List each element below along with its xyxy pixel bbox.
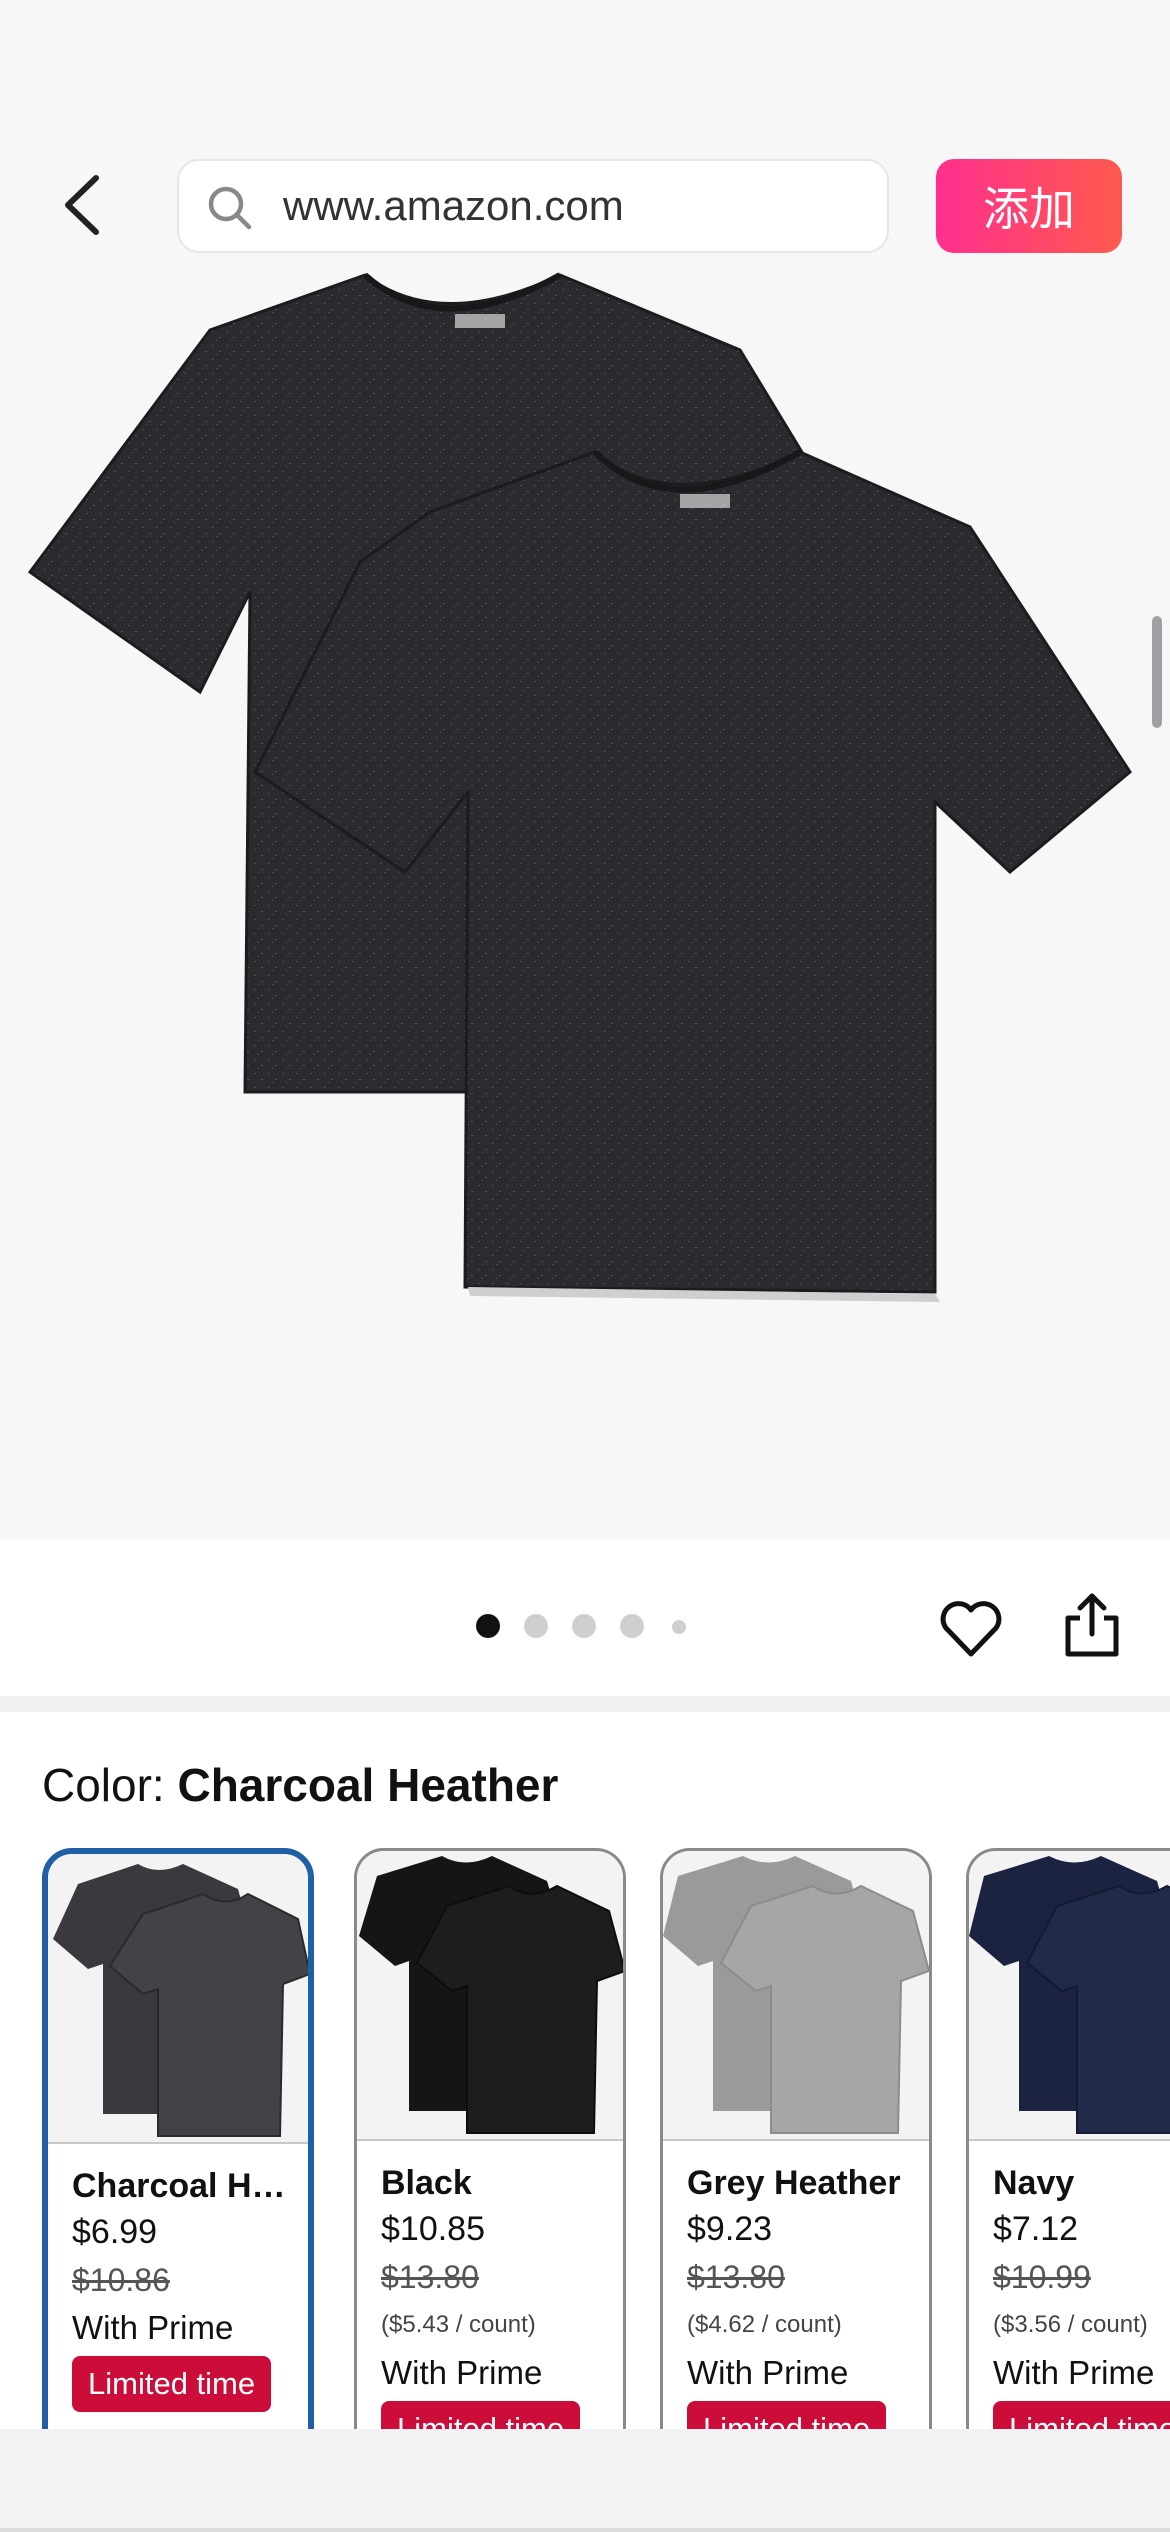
swatch-prime-text: With Prime — [993, 2354, 1155, 2391]
color-swatch-black[interactable]: Black $10.85 $13.80 ($5.43 / count) With… — [354, 1848, 626, 2429]
swatch-prime-text: With Prime — [381, 2354, 543, 2391]
selected-color-name: Charcoal Heather — [177, 1759, 559, 1811]
color-swatch-grey-heather[interactable]: Grey Heather $9.23 $13.80 ($4.62 / count… — [660, 1848, 932, 2429]
swatch-info: Grey Heather $9.23 $13.80 ($4.62 / count… — [687, 2161, 917, 2429]
swatch-thumbnail — [48, 1854, 308, 2144]
swatch-name: Black — [381, 2164, 472, 2202]
swatch-info: Navy $7.12 $10.99 ($3.56 / count) With P… — [993, 2161, 1170, 2429]
swatch-unit-price: ($4.62 / count) — [687, 2311, 842, 2338]
limited-time-badge: Limited time — [72, 2356, 272, 2412]
limited-time-badge: Limited time — [687, 2401, 887, 2429]
share-icon — [1065, 1593, 1119, 1657]
limited-time-badge: Limited time — [993, 2401, 1170, 2429]
swatch-unit-price: ($3.56 / count) — [993, 2311, 1148, 2338]
url-bar[interactable]: www.amazon.com — [177, 159, 889, 253]
swatch-prime-text: With Prime — [687, 2354, 849, 2391]
swatch-prime-text: With Prime — [72, 2309, 234, 2346]
gallery-dot-3[interactable] — [572, 1614, 596, 1638]
swatch-price: $9.23 — [687, 2210, 773, 2248]
gallery-dot-5[interactable] — [672, 1620, 686, 1634]
swatch-name: Charcoal He... — [72, 2167, 296, 2205]
heart-icon — [940, 1601, 1002, 1657]
swatch-thumbnail — [969, 1851, 1170, 2141]
gallery-dot-1[interactable] — [476, 1614, 500, 1638]
browser-top-bar: www.amazon.com 添加 — [0, 0, 1170, 272]
color-swatch-navy[interactable]: Navy $7.12 $10.99 ($3.56 / count) With P… — [966, 1848, 1170, 2429]
swatch-price: $6.99 — [72, 2213, 158, 2251]
swatch-price: $10.85 — [381, 2210, 485, 2248]
swatch-name: Grey Heather — [687, 2164, 901, 2202]
tshirt-pair-image — [27, 272, 1132, 1302]
swatch-price: $7.12 — [993, 2210, 1079, 2248]
swatch-old-price: $13.80 — [381, 2259, 479, 2295]
gallery-dot-2[interactable] — [524, 1614, 548, 1638]
section-divider — [0, 1696, 1170, 1712]
favorite-button[interactable] — [938, 1596, 1004, 1662]
bottom-edge-line — [0, 2528, 1170, 2532]
color-selector: Color: Charcoal Heather Charcoal He... $… — [0, 1712, 1170, 2429]
limited-time-badge: Limited time — [381, 2401, 581, 2429]
gallery-controls — [0, 1540, 1170, 1696]
swatch-old-price: $10.99 — [993, 2259, 1091, 2295]
color-label: Color: Charcoal Heather — [42, 1758, 558, 1812]
scroll-indicator[interactable] — [1152, 616, 1162, 728]
add-button[interactable]: 添加 — [936, 159, 1122, 253]
swatch-name: Navy — [993, 2164, 1075, 2202]
back-button[interactable] — [56, 170, 108, 240]
swatch-shirt-image — [359, 1856, 623, 2134]
url-text: www.amazon.com — [283, 182, 624, 229]
swatch-thumbnail — [357, 1851, 623, 2141]
swatch-info: Charcoal He... $6.99 $10.86 With Prime L… — [72, 2164, 296, 2412]
product-image[interactable] — [0, 272, 1170, 1540]
swatch-shirt-image — [53, 1864, 308, 2137]
swatch-shirt-image — [969, 1856, 1170, 2134]
swatch-thumbnail — [663, 1851, 929, 2141]
gallery-dot-4[interactable] — [620, 1614, 644, 1638]
color-swatch-charcoal-heather[interactable]: Charcoal He... $6.99 $10.86 With Prime L… — [42, 1848, 314, 2429]
search-icon — [208, 186, 252, 230]
chevron-left-icon — [65, 175, 99, 235]
color-label-prefix: Color: — [42, 1759, 178, 1811]
share-button[interactable] — [1062, 1590, 1122, 1660]
bottom-safe-area — [0, 2429, 1170, 2532]
swatch-info: Black $10.85 $13.80 ($5.43 / count) With… — [381, 2161, 611, 2429]
swatch-old-price: $10.86 — [72, 2262, 170, 2298]
swatch-old-price: $13.80 — [687, 2259, 785, 2295]
swatch-unit-price: ($5.43 / count) — [381, 2311, 536, 2338]
swatch-shirt-image — [663, 1856, 929, 2134]
